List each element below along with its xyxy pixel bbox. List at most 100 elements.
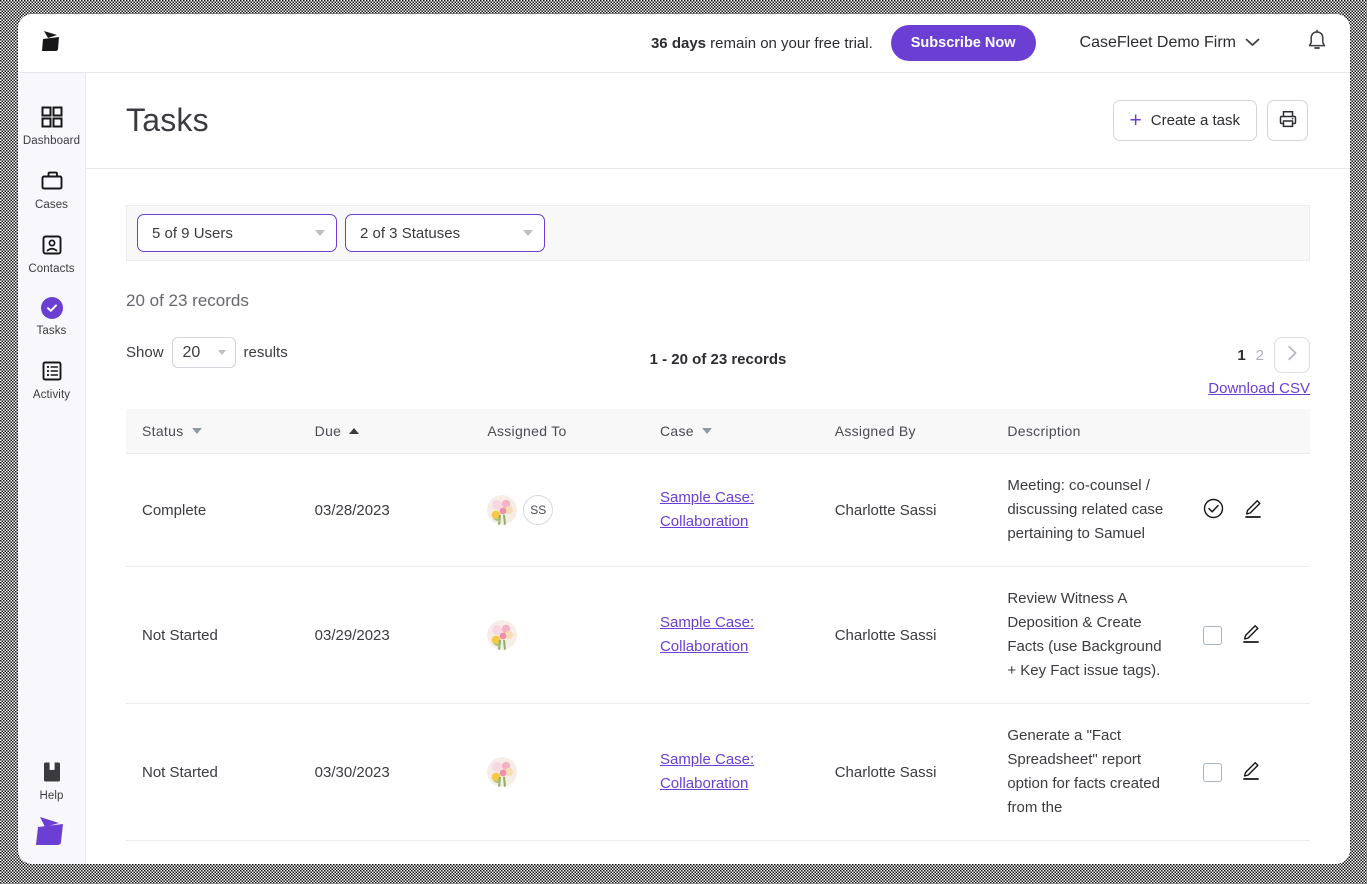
- cell-due: 03/29/2023: [299, 567, 472, 704]
- cell-actions: [1187, 567, 1310, 704]
- cell-status: Not Started: [126, 567, 299, 704]
- edit-task-button[interactable]: [1240, 623, 1261, 648]
- checkbox-empty-icon: [1203, 763, 1222, 782]
- checkbox-empty-icon: [1203, 626, 1222, 645]
- column-header-assigned-to[interactable]: Assigned To: [471, 409, 644, 454]
- records-count-label: 20 of 23 records: [126, 291, 1350, 311]
- printer-icon: [1278, 109, 1298, 133]
- edit-task-button[interactable]: [1240, 760, 1261, 785]
- grid-icon: [40, 105, 64, 129]
- column-label: Case: [660, 423, 694, 439]
- bell-icon: [1306, 29, 1328, 58]
- chevron-down-icon: [1245, 34, 1260, 52]
- firm-name-label: CaseFleet Demo Firm: [1080, 34, 1236, 52]
- download-csv-link[interactable]: Download CSV: [1208, 380, 1310, 397]
- cell-actions: [1187, 704, 1310, 841]
- notifications-button[interactable]: [1306, 29, 1328, 58]
- next-page-button[interactable]: [1274, 337, 1310, 373]
- page-size-select[interactable]: 20: [172, 337, 236, 368]
- column-label: Due: [315, 423, 342, 439]
- cell-assigned-to: SS: [471, 454, 644, 567]
- table-row[interactable]: Not Started 03/30/2023: [126, 704, 1310, 841]
- sidebar-item-cases[interactable]: Cases: [18, 159, 86, 223]
- case-link[interactable]: Sample Case: Collaboration: [660, 751, 754, 792]
- cell-due: 03/30/2023: [299, 704, 472, 841]
- cell-case: Sample Case: Collaboration: [644, 704, 819, 841]
- avatar: [487, 620, 517, 650]
- case-link[interactable]: Sample Case: Collaboration: [660, 614, 754, 655]
- app-window: 36 days remain on your free trial. Subsc…: [18, 14, 1350, 864]
- sidebar-item-dashboard[interactable]: Dashboard: [18, 95, 86, 159]
- firm-menu[interactable]: CaseFleet Demo Firm: [1080, 34, 1260, 52]
- statuses-filter-select[interactable]: 2 of 3 Statuses: [345, 214, 545, 252]
- cell-assigned-by: Charlotte Sassi: [819, 454, 992, 567]
- sidebar-item-contacts[interactable]: Contacts: [18, 223, 86, 287]
- casefleet-flag-logo-purple-icon[interactable]: [30, 814, 74, 850]
- cell-description: Review Witness A Deposition & Create Fac…: [991, 567, 1186, 704]
- sidebar-item-label: Contacts: [28, 263, 74, 275]
- trial-days-count: 36 days: [651, 35, 706, 52]
- create-task-label: Create a task: [1151, 112, 1240, 129]
- cell-description: Meeting: co-counsel / discussing related…: [991, 454, 1186, 567]
- cell-status: Complete: [126, 454, 299, 567]
- sidebar-item-label: Dashboard: [23, 135, 80, 147]
- sidebar-item-label: Tasks: [37, 325, 67, 337]
- page-number-2[interactable]: 2: [1256, 347, 1264, 364]
- page-number-1[interactable]: 1: [1237, 347, 1245, 364]
- avatar-initials: SS: [523, 495, 553, 525]
- book-icon: [40, 760, 64, 784]
- column-header-case[interactable]: Case: [644, 409, 819, 454]
- table-row[interactable]: Complete 03/28/2023: [126, 454, 1310, 567]
- mark-complete-button[interactable]: [1203, 763, 1222, 782]
- column-label: Status: [142, 423, 184, 439]
- column-header-description[interactable]: Description: [991, 409, 1186, 454]
- show-results-control: Show 20 results: [126, 337, 288, 368]
- edit-task-button[interactable]: [1242, 498, 1263, 523]
- filter-bar: 5 of 9 Users 2 of 3 Statuses: [126, 205, 1310, 261]
- cell-status: Not Started: [126, 704, 299, 841]
- table-controls-row: Show 20 results 1 - 20 of 23 records 1 2: [126, 337, 1310, 393]
- briefcase-icon: [40, 169, 64, 193]
- case-link[interactable]: Sample Case: Collaboration: [660, 489, 754, 530]
- print-button[interactable]: [1267, 100, 1308, 141]
- sidebar-item-tasks[interactable]: Tasks: [18, 287, 86, 349]
- cell-due: 03/28/2023: [299, 454, 472, 567]
- table-header-row: Status Due Assigned To: [126, 409, 1310, 454]
- cell-assigned-by: Charlotte Sassi: [819, 567, 992, 704]
- sidebar-item-activity[interactable]: Activity: [18, 349, 86, 413]
- chevron-down-icon: [315, 230, 325, 236]
- pencil-icon: [1240, 623, 1261, 648]
- column-header-status[interactable]: Status: [126, 409, 299, 454]
- pencil-icon: [1242, 498, 1263, 523]
- page-size-value: 20: [183, 344, 201, 362]
- show-suffix-label: results: [244, 344, 288, 361]
- sort-ascending-icon: [349, 428, 359, 434]
- sidebar-nav: Dashboard Cases Contacts: [18, 73, 86, 864]
- create-task-button[interactable]: + Create a task: [1113, 100, 1257, 141]
- records-range-label: 1 - 20 of 23 records: [650, 351, 787, 368]
- casefleet-flag-logo-icon[interactable]: [36, 28, 76, 58]
- table-body: Complete 03/28/2023: [126, 454, 1310, 841]
- column-header-due[interactable]: Due: [299, 409, 472, 454]
- cell-case: Sample Case: Collaboration: [644, 567, 819, 704]
- column-label: Assigned By: [835, 423, 916, 439]
- column-header-assigned-by[interactable]: Assigned By: [819, 409, 992, 454]
- pagination-controls: 1 2: [1237, 337, 1310, 373]
- avatar: [487, 757, 517, 787]
- table-header: Status Due Assigned To: [126, 409, 1310, 454]
- list-icon: [40, 359, 64, 383]
- chevron-right-icon: [1287, 345, 1298, 366]
- tasks-table: Status Due Assigned To: [126, 409, 1310, 841]
- cell-actions: [1187, 454, 1310, 567]
- sidebar-item-label: Activity: [33, 389, 70, 401]
- users-filter-select[interactable]: 5 of 9 Users: [137, 214, 337, 252]
- header-actions: + Create a task: [1113, 100, 1308, 141]
- table-row[interactable]: Not Started 03/29/2023: [126, 567, 1310, 704]
- mark-complete-button[interactable]: [1203, 498, 1224, 523]
- sort-descending-icon: [192, 428, 202, 434]
- column-label: Assigned To: [487, 423, 566, 439]
- sidebar-item-help[interactable]: Help: [18, 750, 86, 814]
- mark-complete-button[interactable]: [1203, 626, 1222, 645]
- page-title: Tasks: [126, 102, 209, 139]
- subscribe-now-button[interactable]: Subscribe Now: [891, 25, 1036, 61]
